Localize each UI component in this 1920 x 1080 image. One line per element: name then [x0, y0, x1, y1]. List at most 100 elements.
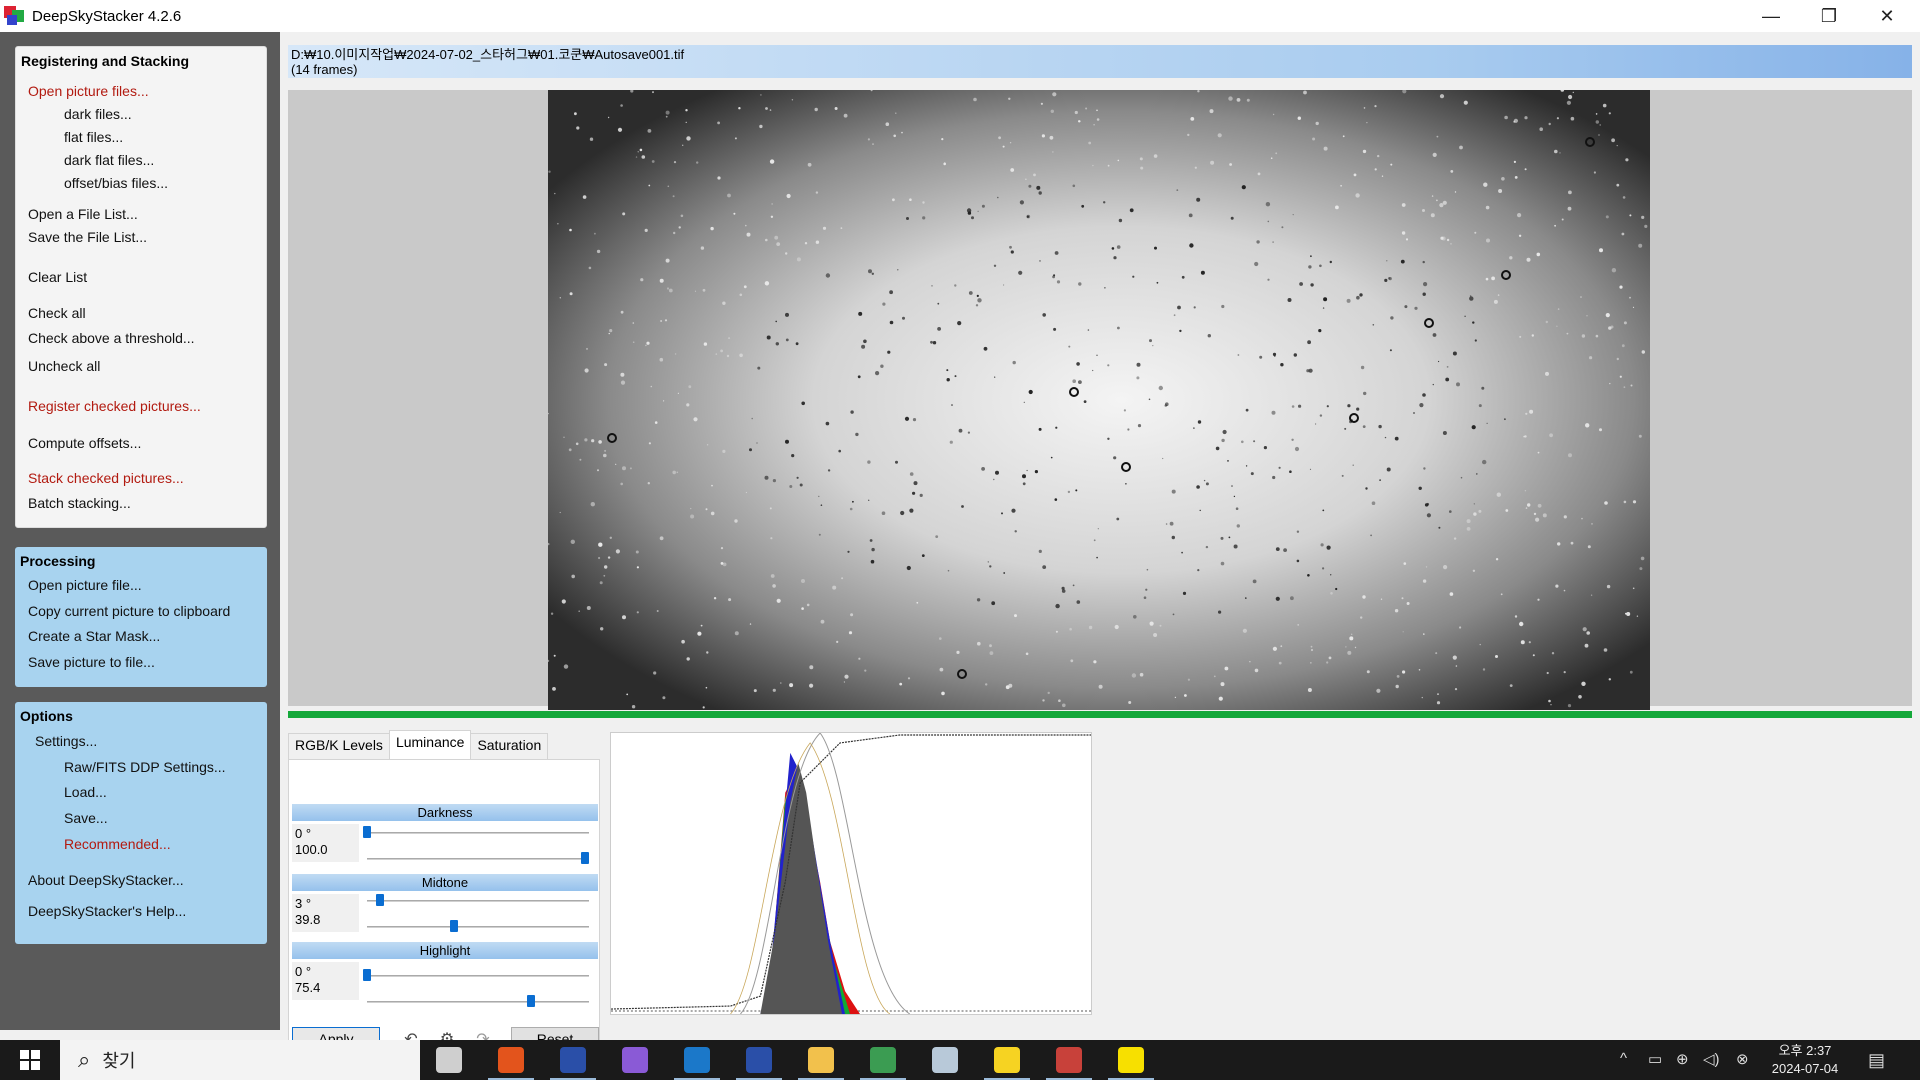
- taskbar-app-app-stellarium[interactable]: [544, 1040, 602, 1080]
- settings-link[interactable]: Settings...: [35, 733, 97, 749]
- highlight-angle: 0 °: [295, 964, 312, 979]
- file-path: D:₩10.이미지작업₩2024-07-02_스타허그₩01.코쿤₩Autosa…: [291, 47, 685, 62]
- stack-checked-pictures-link[interactable]: Stack checked pictures...: [28, 470, 184, 486]
- clear-list-link[interactable]: Clear List: [28, 269, 87, 285]
- taskbar-app-app-stellarium-2[interactable]: [730, 1040, 788, 1080]
- dark-files-link[interactable]: dark files...: [64, 106, 132, 122]
- flat-files-link[interactable]: flat files...: [64, 129, 123, 145]
- open-file-list-link[interactable]: Open a File List...: [28, 206, 138, 222]
- tab-luminance[interactable]: Luminance: [388, 730, 472, 759]
- darkness-values: 0 ° 100.0: [292, 824, 359, 862]
- save-picture-link[interactable]: Save picture to file...: [28, 654, 155, 670]
- midtone-angle-slider[interactable]: [376, 894, 385, 906]
- compute-offsets-link[interactable]: Compute offsets...: [28, 435, 141, 451]
- save-file-list-link[interactable]: Save the File List...: [28, 229, 147, 245]
- taskbar-app-chrome[interactable]: [854, 1040, 912, 1080]
- midtone-value: 39.8: [295, 912, 321, 927]
- darkness-angle-slider[interactable]: [363, 826, 371, 838]
- taskbar-app-sticky-notes[interactable]: [978, 1040, 1036, 1080]
- task-panel: Registering and Stacking Open picture fi…: [0, 32, 280, 1030]
- file-explorer-icon: [808, 1047, 834, 1073]
- options-group: Options Settings... Raw/FITS DDP Setting…: [15, 702, 267, 944]
- deepskystacker-app-icon: [4, 6, 24, 26]
- sticky-notes-icon: [994, 1047, 1020, 1073]
- taskbar-app-paint[interactable]: [916, 1040, 974, 1080]
- highlight-value-slider[interactable]: [527, 995, 536, 1007]
- highlight-angle-slider[interactable]: [363, 969, 371, 981]
- register-checked-pictures-link[interactable]: Register checked pictures...: [28, 398, 201, 414]
- clock-date: 2024-07-04: [1771, 1061, 1839, 1076]
- task-view-icon: [436, 1047, 462, 1073]
- open-picture-file-link[interactable]: Open picture file...: [28, 577, 142, 593]
- file-info-bar: D:₩10.이미지작업₩2024-07-02_스타허그₩01.코쿤₩Autosa…: [288, 45, 1912, 78]
- darkness-value: 100.0: [295, 842, 328, 857]
- taskbar-search[interactable]: ⌕ 찾기: [60, 1040, 420, 1080]
- minimize-button[interactable]: —: [1742, 0, 1800, 32]
- recommended-settings-link[interactable]: Recommended...: [64, 836, 171, 852]
- group-title-registering: Registering and Stacking: [21, 53, 190, 69]
- histogram: [610, 732, 1092, 1015]
- taskbar-app-deepskystacker[interactable]: [1040, 1040, 1098, 1080]
- darkness-angle: 0 °: [295, 826, 312, 841]
- tray-chevron-icon[interactable]: ^: [1620, 1050, 1627, 1067]
- darkness-value-slider[interactable]: [581, 852, 589, 864]
- save-settings-link[interactable]: Save...: [64, 810, 108, 826]
- tab-saturation[interactable]: Saturation: [470, 733, 549, 759]
- battery-icon[interactable]: ▭: [1648, 1050, 1662, 1068]
- create-star-mask-link[interactable]: Create a Star Mask...: [28, 628, 160, 644]
- processing-group: Processing Open picture file... Copy cur…: [15, 547, 267, 687]
- help-link[interactable]: DeepSkyStacker's Help...: [28, 903, 186, 919]
- darkness-angle-track: [367, 832, 589, 834]
- taskbar: ⌕ 찾기 ^ ▭ ⊕ ◁) ⊗ 오후 2:37 2024-07-04 ▤: [0, 1040, 1920, 1080]
- taskbar-app-kakaotalk[interactable]: [1102, 1040, 1160, 1080]
- raw-fits-ddp-settings-link[interactable]: Raw/FITS DDP Settings...: [64, 759, 226, 775]
- start-button[interactable]: [0, 1040, 60, 1080]
- highlight-angle-track: [367, 975, 589, 977]
- luminance-panel: Darkness 0 ° 100.0 Midtone 3 ° 39.8 High…: [288, 759, 600, 1051]
- search-label: 찾기: [102, 1051, 136, 1071]
- title-bar: DeepSkyStacker 4.2.6 — ❐ ✕: [0, 0, 1920, 32]
- batch-stacking-link[interactable]: Batch stacking...: [28, 495, 131, 511]
- open-picture-files-link[interactable]: Open picture files...: [28, 83, 149, 99]
- app-orange-icon: [498, 1047, 524, 1073]
- image-viewer[interactable]: [288, 90, 1912, 710]
- midtone-angle: 3 °: [295, 896, 312, 911]
- taskbar-app-file-explorer[interactable]: [792, 1040, 850, 1080]
- stacked-image[interactable]: [548, 90, 1650, 710]
- intellij-icon: [684, 1047, 710, 1073]
- highlight-values: 0 ° 75.4: [292, 962, 359, 1000]
- check-all-link[interactable]: Check all: [28, 305, 86, 321]
- deepskystacker-icon: [1056, 1047, 1082, 1073]
- search-icon: ⌕: [78, 1047, 91, 1072]
- notification-icon[interactable]: ▤: [1868, 1050, 1885, 1071]
- windows-icon: [20, 1050, 40, 1070]
- taskbar-app-intellij[interactable]: [668, 1040, 726, 1080]
- taskbar-app-task-view[interactable]: [420, 1040, 478, 1080]
- highlight-header: Highlight: [292, 942, 598, 959]
- uncheck-all-link[interactable]: Uncheck all: [28, 358, 100, 374]
- highlight-value-track: [367, 1001, 589, 1003]
- taskbar-app-visual-studio[interactable]: [606, 1040, 664, 1080]
- darkness-value-track: [367, 858, 589, 860]
- load-settings-link[interactable]: Load...: [64, 784, 107, 800]
- adjustment-tabs: RGB/K Levels Luminance Saturation: [288, 730, 549, 759]
- taskbar-app-app-orange[interactable]: [482, 1040, 540, 1080]
- about-link[interactable]: About DeepSkyStacker...: [28, 872, 184, 888]
- darkness-header: Darkness: [292, 804, 598, 821]
- clock[interactable]: 오후 2:37 2024-07-04: [1760, 1042, 1850, 1078]
- window-title: DeepSkyStacker 4.2.6: [32, 7, 182, 25]
- check-above-threshold-link[interactable]: Check above a threshold...: [28, 330, 195, 346]
- group-title-processing: Processing: [20, 553, 96, 569]
- midtone-value-slider[interactable]: [449, 920, 458, 932]
- offset-bias-files-link[interactable]: offset/bias files...: [64, 175, 168, 191]
- midtone-angle-track: [367, 900, 589, 902]
- close-button[interactable]: ✕: [1858, 0, 1916, 32]
- copy-to-clipboard-link[interactable]: Copy current picture to clipboard: [28, 603, 230, 619]
- dark-flat-files-link[interactable]: dark flat files...: [64, 152, 154, 168]
- progress-bar: [288, 711, 1912, 718]
- tab-rgb-levels[interactable]: RGB/K Levels: [288, 733, 390, 759]
- close-circle-icon[interactable]: ⊗: [1736, 1050, 1749, 1068]
- volume-icon[interactable]: ◁): [1703, 1050, 1720, 1068]
- network-icon[interactable]: ⊕: [1676, 1050, 1689, 1068]
- restore-button[interactable]: ❐: [1800, 0, 1858, 32]
